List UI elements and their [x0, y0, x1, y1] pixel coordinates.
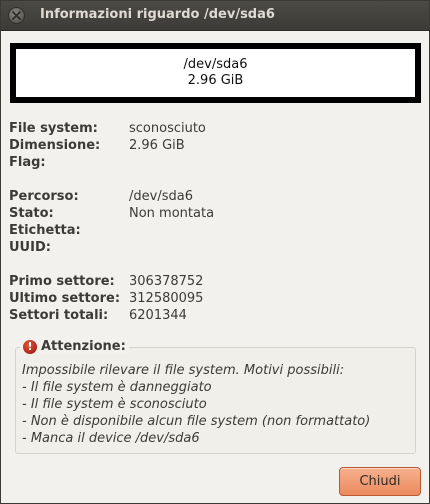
warning-line: - Il file system è sconosciuto	[22, 397, 207, 412]
partition-size: 2.96 GiB	[187, 73, 244, 88]
warning-line: Impossibile rilevare il file system. Mot…	[22, 363, 345, 378]
info-label: Stato:	[9, 206, 54, 221]
info-value: /dev/sda6	[129, 189, 193, 204]
error-icon: !	[23, 339, 37, 354]
warning-frame: ! Attenzione: Impossibile rilevare il fi…	[15, 339, 416, 454]
info-value: 306378752	[129, 274, 204, 289]
window-title: Informazioni riguardo /dev/sda6	[40, 7, 275, 22]
info-label: UUID:	[9, 240, 51, 255]
info-label: Etichetta:	[9, 223, 81, 238]
warning-line: - Il file system è danneggiato	[22, 380, 212, 395]
warning-title: Attenzione:	[41, 339, 126, 354]
info-label: Primo settore:	[9, 274, 115, 289]
info-label: Flag:	[9, 155, 46, 170]
warning-line: - Manca il device /dev/sda6	[22, 431, 200, 446]
info-value: 312580095	[129, 291, 204, 306]
info-value: Non montata	[129, 206, 215, 221]
info-label: Percorso:	[9, 189, 79, 204]
warning-message: Impossibile rilevare il file system. Mot…	[22, 362, 370, 447]
info-value: 2.96 GiB	[129, 138, 185, 153]
info-label: Dimensione:	[9, 138, 101, 153]
info-label: Ultimo settore:	[9, 291, 121, 306]
close-button[interactable]: Chiudi	[339, 467, 421, 496]
partition-info-dialog: Informazioni riguardo /dev/sda6 /dev/sda…	[0, 0, 430, 504]
window-close-icon[interactable]	[8, 7, 25, 24]
info-label: Settori totali:	[9, 308, 109, 323]
info-value: 6201344	[129, 308, 187, 323]
info-value: sconosciuto	[129, 121, 206, 136]
titlebar: Informazioni riguardo /dev/sda6	[1, 1, 429, 31]
partition-graphic: /dev/sda6 2.96 GiB	[10, 43, 421, 103]
warning-line: - Non è disponibile alcun file system (n…	[22, 414, 371, 429]
warning-header: ! Attenzione:	[20, 339, 129, 354]
partition-device: /dev/sda6	[183, 57, 248, 72]
info-label: File system:	[9, 121, 98, 136]
